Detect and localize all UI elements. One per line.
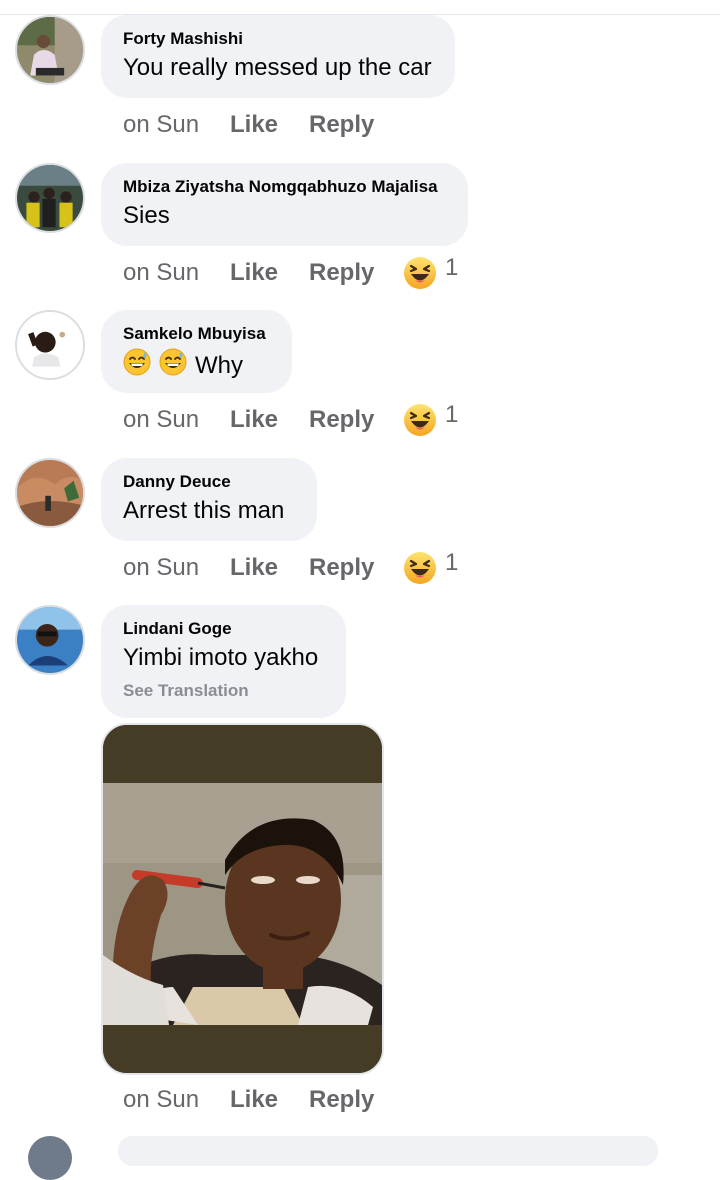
- haha-emoji-icon: [403, 256, 437, 290]
- like-button[interactable]: Like: [230, 111, 309, 139]
- reaction-summary[interactable]: 1: [403, 254, 459, 290]
- comment-actions: on Sun Like Reply: [123, 1080, 389, 1120]
- avatar[interactable]: [15, 15, 85, 85]
- comment-actions: on Sun Like Reply: [123, 548, 458, 588]
- comment-text-content: Yimbi imoto yakho: [123, 644, 319, 671]
- like-button[interactable]: Like: [230, 259, 309, 287]
- avatar-photo: [17, 165, 83, 231]
- comment-actions: on Sun Like Reply: [123, 105, 389, 145]
- reply-button[interactable]: Reply: [309, 259, 389, 287]
- attachment-image: [103, 725, 382, 1073]
- comment-bubble[interactable]: Samkelo Mbuyisa Why: [101, 310, 292, 393]
- comment-bubble[interactable]: Danny Deuce Arrest this man: [101, 458, 317, 541]
- reaction-count: 1: [445, 254, 459, 281]
- comment-text-content: You really messed up the car: [123, 54, 432, 81]
- comment-text: Sies: [123, 201, 446, 231]
- comment-bubble[interactable]: Mbiza Ziyatsha Nomgqabhuzo Majalisa Sies: [101, 163, 468, 246]
- comment-text-content: Arrest this man: [123, 497, 285, 524]
- comment-author[interactable]: Lindani Goge: [123, 619, 324, 639]
- comment-photo-attachment[interactable]: [101, 723, 384, 1075]
- reaction-count: 1: [445, 549, 459, 576]
- comment-text-content: Why: [195, 352, 243, 379]
- comment-bubble[interactable]: Forty Mashishi You really messed up the …: [101, 15, 455, 98]
- reaction-summary[interactable]: 1: [403, 549, 459, 585]
- comment-bubble[interactable]: Lindani Goge Yimbi imoto yakho See Trans…: [101, 605, 346, 718]
- comment-time[interactable]: on Sun: [123, 111, 230, 139]
- comment-time[interactable]: on Sun: [123, 259, 230, 287]
- next-comment-avatar[interactable]: [28, 1136, 72, 1180]
- comment-text: Why: [123, 348, 270, 384]
- like-button[interactable]: Like: [230, 406, 309, 434]
- reaction-count: 1: [445, 401, 459, 428]
- avatar[interactable]: [15, 163, 85, 233]
- comment-actions: on Sun Like Reply: [123, 400, 458, 440]
- comment-text: Arrest this man: [123, 496, 295, 526]
- comment-author[interactable]: Mbiza Ziyatsha Nomgqabhuzo Majalisa: [123, 177, 446, 197]
- avatar-photo: [17, 460, 83, 526]
- haha-emoji-icon: [403, 551, 437, 585]
- like-button[interactable]: Like: [230, 554, 309, 582]
- comment-time[interactable]: on Sun: [123, 406, 230, 434]
- avatar-photo: [17, 607, 83, 673]
- comment-text-content: Sies: [123, 202, 170, 229]
- grinning-sweat-emoji-icon: [123, 348, 151, 384]
- reply-button[interactable]: Reply: [309, 111, 389, 139]
- avatar[interactable]: [15, 458, 85, 528]
- reaction-summary[interactable]: 1: [403, 401, 459, 437]
- avatar[interactable]: [15, 605, 85, 675]
- comment-author[interactable]: Forty Mashishi: [123, 29, 433, 49]
- avatar-photo: [17, 17, 83, 83]
- comment-actions: on Sun Like Reply: [123, 253, 458, 293]
- avatar-photo: [17, 312, 83, 378]
- comment-text: Yimbi imoto yakho: [123, 643, 324, 673]
- haha-emoji-icon: [403, 403, 437, 437]
- reply-button[interactable]: Reply: [309, 554, 389, 582]
- comment-time[interactable]: on Sun: [123, 1086, 230, 1114]
- comment-time[interactable]: on Sun: [123, 554, 230, 582]
- comment-author[interactable]: Danny Deuce: [123, 472, 295, 492]
- comment-text: You really messed up the car: [123, 53, 433, 83]
- grinning-sweat-emoji-icon: [159, 348, 187, 384]
- avatar[interactable]: [15, 310, 85, 380]
- comment-author[interactable]: Samkelo Mbuyisa: [123, 324, 270, 344]
- see-translation-link[interactable]: See Translation: [123, 681, 324, 701]
- like-button[interactable]: Like: [230, 1086, 309, 1114]
- next-comment-bubble[interactable]: [118, 1136, 658, 1166]
- reply-button[interactable]: Reply: [309, 406, 389, 434]
- reply-button[interactable]: Reply: [309, 1086, 389, 1114]
